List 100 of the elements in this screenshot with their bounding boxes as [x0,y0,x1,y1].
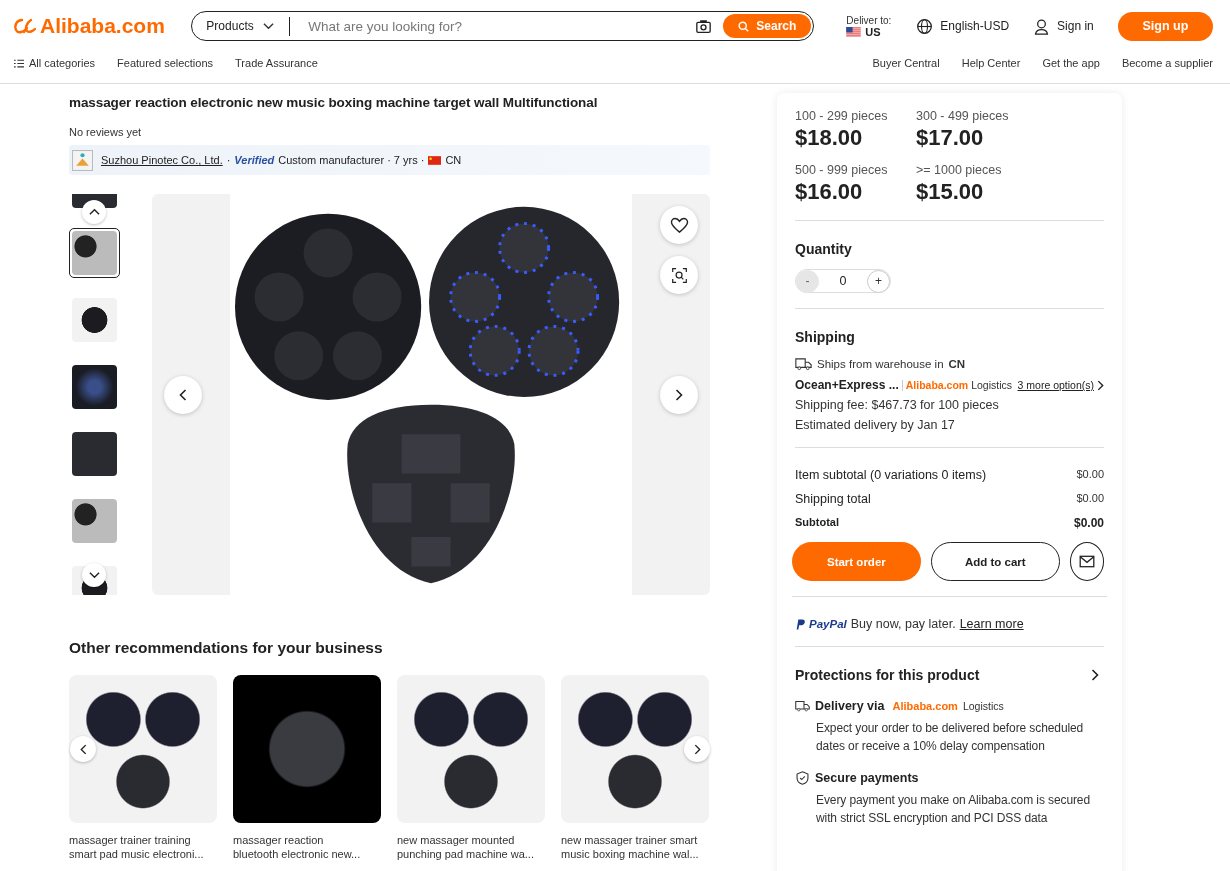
protection-title: Delivery via [815,699,885,713]
flag-icon [846,26,862,37]
protection-description: Every payment you make on Alibaba.com is secured with strict SSL encryption and PCI DSS data [816,792,1091,827]
verified-label: Verified [234,154,275,166]
quantity-label: Quantity [795,241,853,257]
product-name[interactable]: massager trainer training smart pad music electroni... [69,833,217,861]
product-title: massager reaction electronic new music boxing machine target wall Multifunctional [69,95,599,110]
tier-range: 300 - 499 pieces [916,109,1010,123]
product-photo[interactable] [69,675,217,823]
total-value: $0.00 [1076,468,1104,482]
logistics-label: Logistics [971,379,1013,391]
product-name[interactable]: new massager trainer smart music boxing machine wal... [561,833,709,861]
search-icon [738,20,750,32]
nav-link[interactable]: Trade Assurance [235,57,318,69]
total-label: Subtotal [795,516,839,530]
supplier-logo-icon [72,149,93,171]
nav-link[interactable]: Get the app [1042,57,1100,69]
thumbnail[interactable] [69,228,120,278]
chevron-right-icon [1097,379,1104,391]
logo-text: Alibaba.com [40,14,165,38]
tier-price: $16.00 [795,179,864,205]
ships-from-country: CN [948,358,966,370]
envelope-icon [1078,555,1095,568]
nav-link[interactable]: Help Center [961,57,1021,69]
globe-icon [916,17,934,35]
thumbnail[interactable] [69,295,120,345]
shipping-title: Shipping [795,329,856,345]
chevron-right-icon[interactable] [1091,669,1099,681]
total-value: $0.00 [1073,516,1104,530]
chevron-right-icon [693,743,701,755]
protection-description: Expect your order to be delivered before scheduled dates or receive a 10% delay compensation [816,720,1085,755]
nav-link[interactable]: All categories [29,57,96,69]
increase-button[interactable]: + [867,269,890,293]
tier-range: 100 - 299 pieces [795,109,889,123]
section-title: Other recommendations for your business [69,639,384,657]
deliver-label: Deliver to: [846,14,893,26]
total-label: Shipping total [795,492,871,506]
logistics-label: Logistics [962,700,1004,712]
delivery-estimate: Estimated delivery by Jan 17 [795,418,956,432]
product-name[interactable]: new massager mounted punching pad machine wa... [397,833,545,861]
language-selector[interactable]: English-USD [940,19,1010,33]
tier-range: >= 1000 pieces [916,163,1003,177]
shield-check-icon [795,771,810,785]
chevron-right-icon [675,389,683,401]
quantity-value[interactable]: 0 [819,274,867,288]
more-options-link[interactable]: 3 more option(s) [1017,379,1094,391]
truck-icon [795,357,812,371]
supplier-country: CN [445,154,462,166]
tier-price: $18.00 [795,125,864,151]
image-search-button[interactable] [660,256,698,294]
reviews-text: No reviews yet [69,126,143,138]
product-photo[interactable] [561,675,709,823]
heart-icon [669,216,689,234]
logistics-logo: Alibaba.com [892,700,958,712]
logistics-logo: Alibaba.com [905,379,969,391]
total-value: $0.00 [1076,492,1104,506]
paypal-text: Buy now, pay later. [850,617,956,631]
chevron-left-icon [179,389,187,401]
supplier-details: Custom manufacturer · 7 yrs · [278,154,425,166]
favorite-button[interactable] [660,206,698,244]
thumbnail[interactable] [69,429,120,479]
message-button[interactable] [1069,542,1104,581]
menu-icon [14,58,24,68]
protection-title: Secure payments [815,771,919,785]
search-input[interactable]: What are you looking for? [306,17,696,35]
truck-icon [795,699,810,713]
tier-price: $17.00 [916,125,985,151]
ships-from-text: Ships from warehouse in [817,358,944,370]
category-dropdown[interactable]: Products [206,19,274,33]
chevron-down-icon [262,22,274,30]
shipping-fee: Shipping fee: $467.73 for 100 pieces [795,398,1000,412]
nav-link[interactable]: Featured selections [117,57,214,69]
add-to-cart-button[interactable]: Add to cart [930,542,1060,581]
chevron-left-icon [79,743,87,755]
chevron-up-icon [88,208,100,216]
nav-link[interactable]: Become a supplier [1121,57,1213,69]
deliver-country[interactable]: US [865,25,881,38]
thumbnail[interactable] [69,362,120,412]
flag-icon [428,155,442,165]
scroll-up-button[interactable] [82,200,106,224]
tier-range: 500 - 999 pieces [795,163,889,177]
product-name[interactable]: massager reaction bluetooth electronic new... [233,833,381,861]
separator-dot: · [226,154,231,166]
supplier-link[interactable]: Suzhou Pinotec Co., Ltd. [101,154,223,166]
camera-icon[interactable] [695,18,713,34]
image-search-icon [669,266,689,284]
thumbnail[interactable] [69,496,120,546]
paypal-logo: PayPal [809,618,847,630]
chevron-down-icon [88,571,100,579]
protections-title: Protections for this product [795,667,980,683]
nav-link[interactable]: Buyer Central [872,57,940,69]
user-icon [1033,17,1051,35]
total-label: Item subtotal (0 variations 0 items) [795,468,987,482]
logo-icon [13,17,37,35]
tier-price: $15.00 [916,179,985,205]
sign-in-link[interactable]: Sign in [1057,19,1094,33]
paypal-icon [795,617,805,631]
learn-more-link[interactable]: Learn more [959,617,1024,631]
product-photo[interactable] [397,675,545,823]
shipping-method: Ocean+Express ... [795,378,899,392]
